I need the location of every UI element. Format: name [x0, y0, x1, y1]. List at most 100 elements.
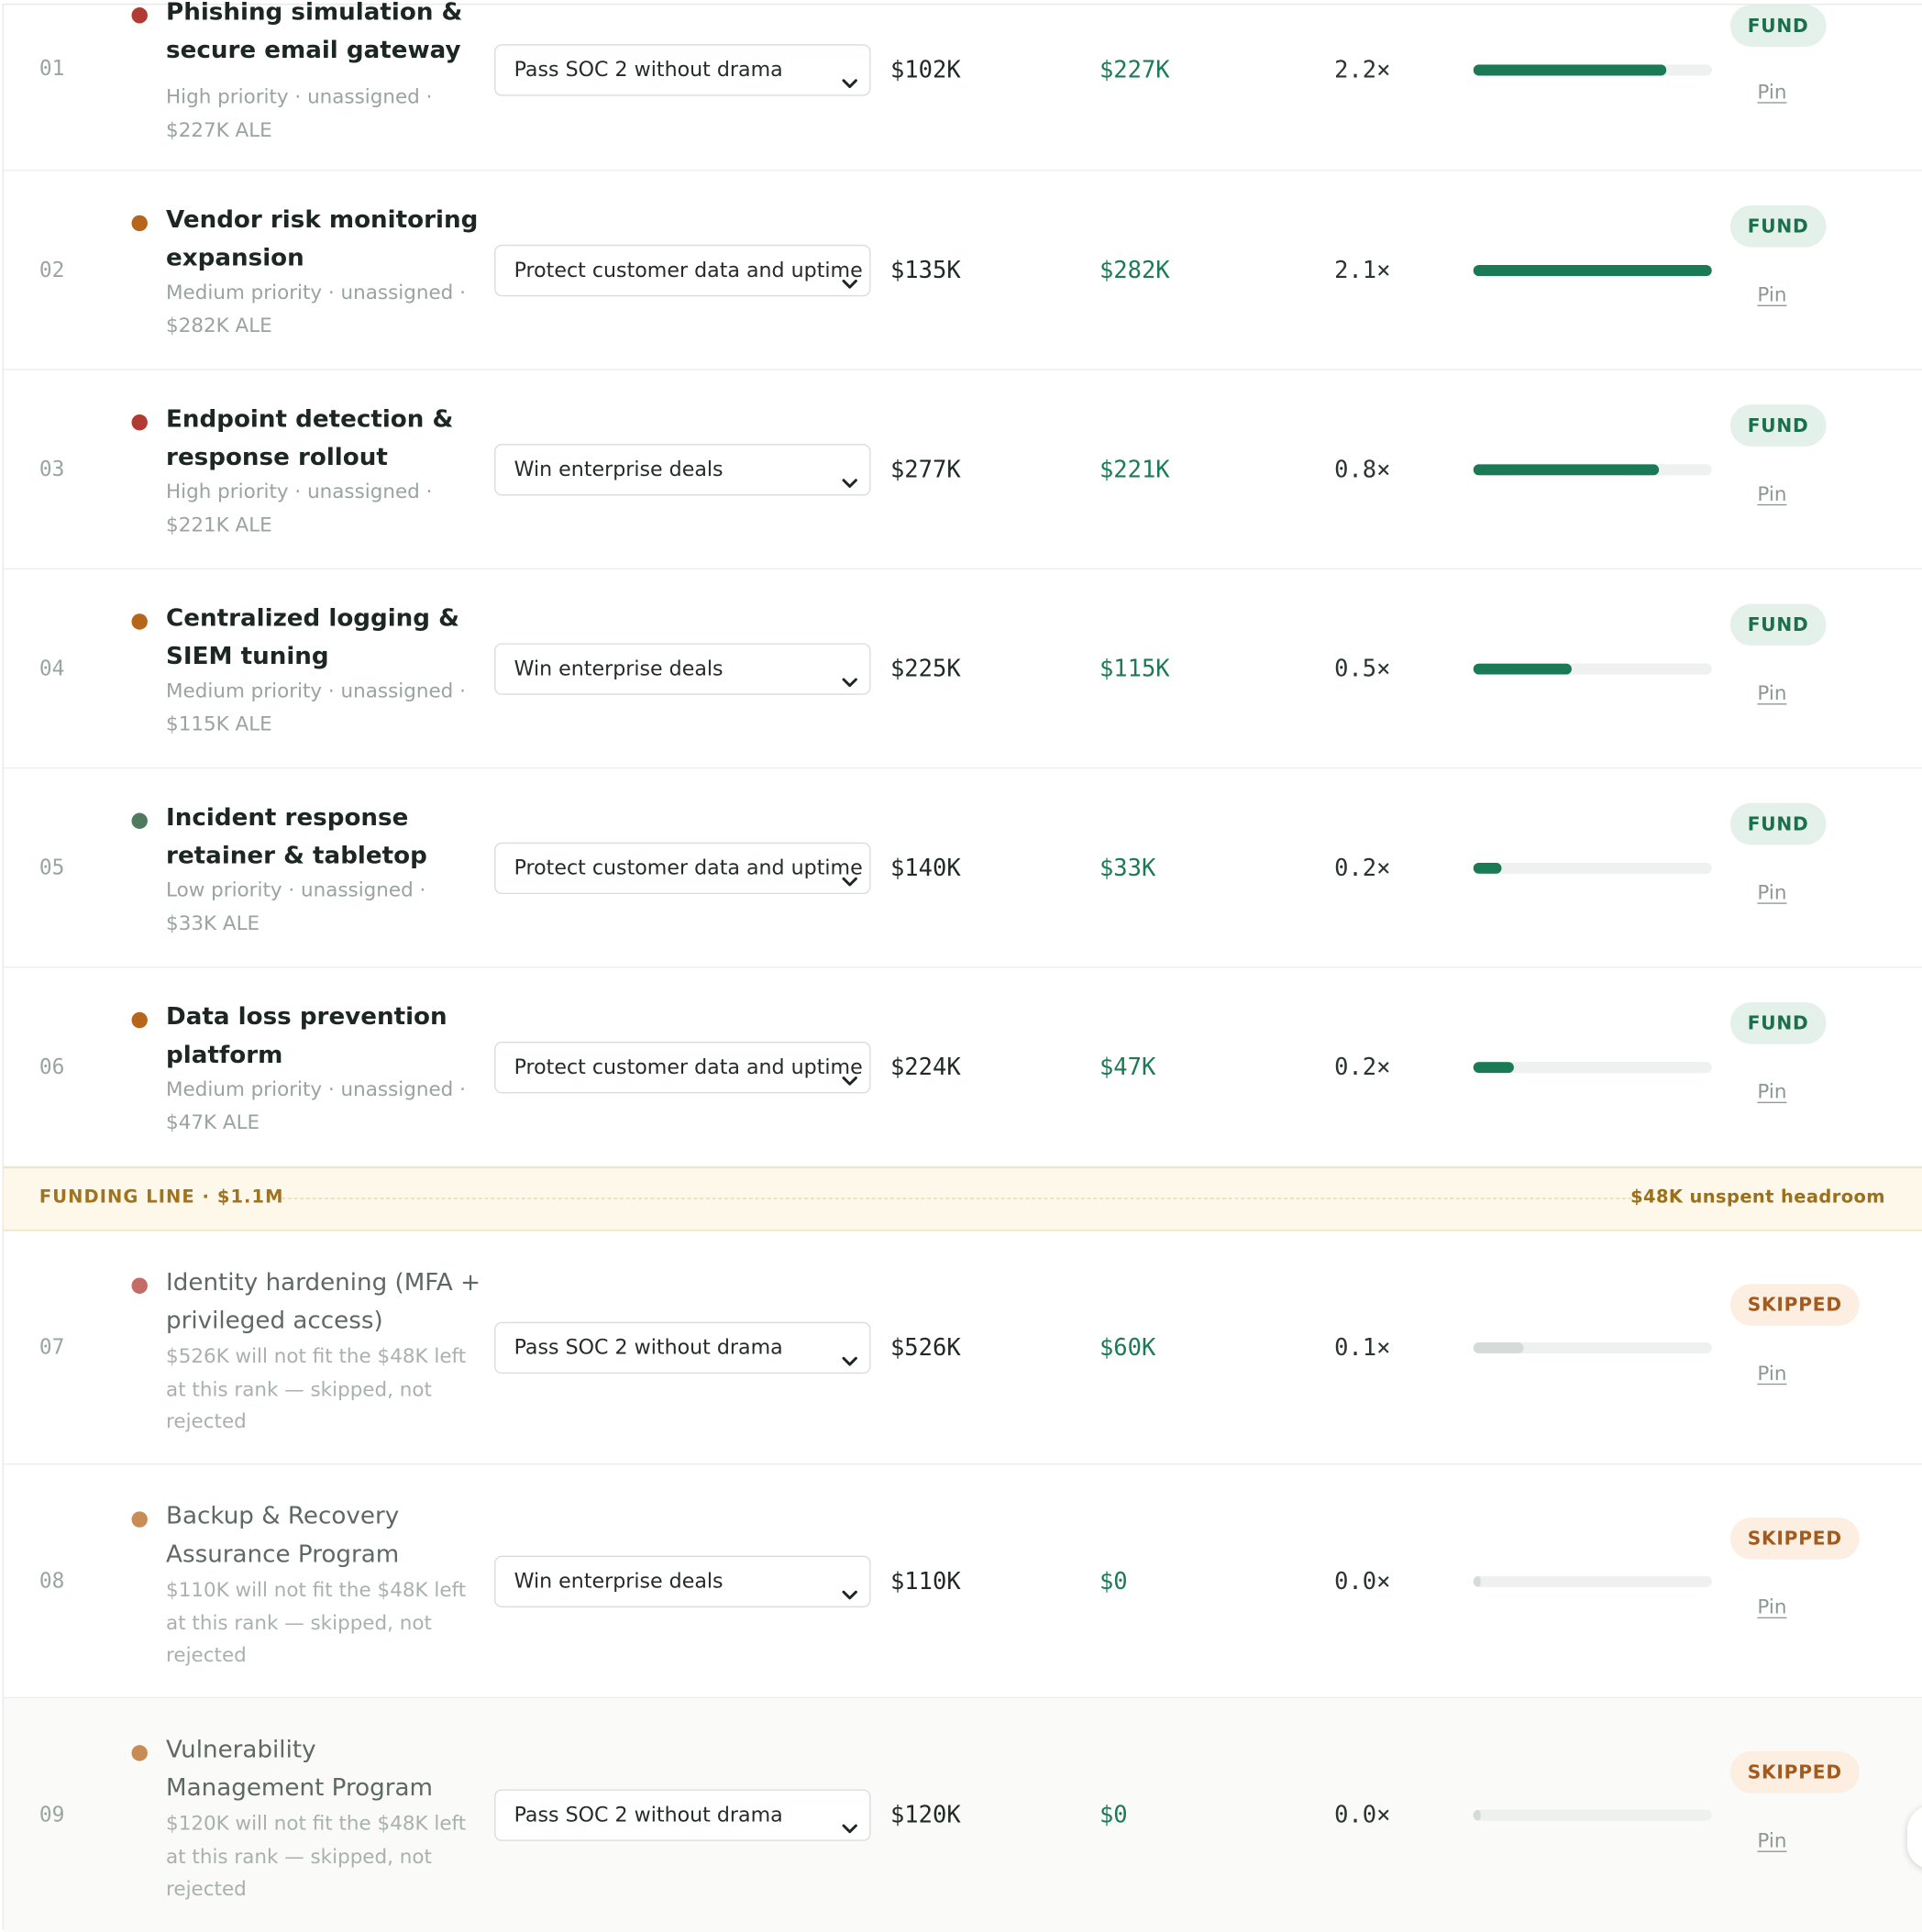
item-name: Data loss prevention platform: [166, 1002, 447, 1069]
cost-value: $102K: [889, 56, 961, 84]
pin-link[interactable]: Pin: [1757, 80, 1786, 103]
funding-line-label: FUNDING LINE · $1.1M: [39, 1187, 284, 1209]
roi-bar: [1473, 1341, 1712, 1353]
risk-reduction-value: $115K: [1099, 655, 1170, 682]
roi-bar: [1473, 264, 1712, 276]
objective-select[interactable]: Pass SOC 2 without drama: [494, 1321, 871, 1374]
priority-dot: [131, 1277, 148, 1294]
pin-link[interactable]: Pin: [1757, 1595, 1786, 1618]
cost-value: $140K: [889, 854, 961, 881]
priority-dot: [131, 7, 148, 24]
rank-number: 03: [39, 457, 65, 482]
pin-link[interactable]: Pin: [1757, 282, 1786, 305]
objective-select-value: Protect customer data and uptime: [514, 855, 863, 879]
roi-multiple: 0.0×: [1334, 1801, 1391, 1829]
objective-select-value: Pass SOC 2 without drama: [514, 1803, 783, 1827]
table-row: 07 Identity hardening (MFA + privileged a…: [4, 1231, 1922, 1465]
objective-select-value: Win enterprise deals: [514, 656, 724, 680]
cost-value: $120K: [889, 1801, 961, 1829]
roi-bar-fill: [1473, 463, 1660, 475]
objective-select[interactable]: Protect customer data and uptime: [494, 244, 871, 296]
chevron-down-icon: [841, 1339, 858, 1365]
priority-dot: [131, 1511, 148, 1528]
objective-select[interactable]: Win enterprise deals: [494, 443, 871, 495]
objective-select[interactable]: Protect customer data and uptime: [494, 1041, 871, 1093]
funding-line: FUNDING LINE · $1.1M $48K unspent headro…: [4, 1166, 1922, 1231]
pin-link[interactable]: Pin: [1757, 1362, 1786, 1385]
roi-bar-fill: [1473, 862, 1502, 874]
priority-dot: [131, 1011, 148, 1029]
pin-link[interactable]: Pin: [1757, 482, 1786, 505]
pin-link[interactable]: Pin: [1757, 681, 1786, 704]
roi-bar: [1473, 1809, 1712, 1821]
roi-bar-fill: [1473, 64, 1667, 76]
objective-select[interactable]: Pass SOC 2 without drama: [494, 44, 871, 96]
roi-multiple: 0.1×: [1334, 1333, 1391, 1362]
priority-dot: [131, 613, 148, 630]
risk-reduction-value: $227K: [1099, 56, 1170, 84]
item-meta: High priority · unassigned · $227K ALE: [166, 84, 433, 141]
priority-dot: [131, 1745, 148, 1761]
roi-bar-fill: [1473, 1809, 1481, 1821]
item-meta: Medium priority · unassigned · $115K ALE: [166, 679, 466, 735]
rank-number: 06: [39, 1054, 65, 1079]
objective-select-value: Win enterprise deals: [514, 1568, 724, 1593]
risk-reduction-value: $282K: [1099, 256, 1170, 284]
chevron-down-icon: [841, 660, 858, 687]
cost-value: $135K: [889, 256, 961, 284]
roi-bar-fill: [1473, 1575, 1481, 1587]
priority-dot: [131, 414, 148, 431]
rank-number: 01: [39, 56, 65, 82]
roi-bar-fill: [1473, 1341, 1524, 1353]
table-row: 02 Vendor risk monitoring expansion Medium…: [4, 171, 1922, 370]
risk-reduction-value: $0: [1099, 1801, 1128, 1829]
item-name: Backup & Recovery Assurance Program: [166, 1501, 400, 1569]
objective-select-value: Protect customer data and uptime: [514, 257, 863, 282]
risk-reduction-value: $47K: [1099, 1053, 1156, 1081]
chevron-down-icon: [841, 460, 858, 488]
roi-bar-fill: [1473, 1061, 1514, 1073]
skipped-badge: SKIPPED: [1729, 1518, 1860, 1560]
unspent-headroom-label: $48K unspent headroom: [1630, 1187, 1885, 1209]
cost-value: $526K: [889, 1333, 961, 1362]
table-row: 05 Incident response retainer & tabletop L…: [4, 768, 1922, 968]
item-meta: High priority · unassigned · $221K ALE: [166, 480, 433, 536]
priority-dot: [131, 215, 148, 232]
item-meta: $110K will not fit the $48K left at this…: [166, 1577, 467, 1667]
rank-number: 08: [39, 1568, 65, 1594]
risk-reduction-value: $0: [1099, 1567, 1128, 1595]
skipped-badge: SKIPPED: [1729, 1284, 1860, 1326]
cost-value: $277K: [889, 455, 961, 483]
pin-link[interactable]: Pin: [1757, 1828, 1786, 1851]
roi-bar: [1473, 64, 1712, 76]
item-meta: Medium priority · unassigned · $47K ALE: [166, 1076, 466, 1133]
item-name: Vulnerability Management Program: [166, 1735, 433, 1802]
risk-reduction-value: $33K: [1099, 854, 1156, 881]
roi-multiple: 0.5×: [1334, 655, 1391, 682]
table-row: 06 Data loss prevention platform Medium pr…: [4, 968, 1922, 1167]
pin-link[interactable]: Pin: [1757, 1080, 1786, 1103]
skipped-rows: 07 Identity hardening (MFA + privileged a…: [4, 1231, 1922, 1932]
chevron-down-icon: [841, 61, 858, 89]
chevron-down-icon: [841, 1058, 858, 1086]
item-name: Endpoint detection & response rollout: [166, 404, 454, 471]
chevron-down-icon: [841, 859, 858, 886]
objective-select[interactable]: Win enterprise deals: [494, 1554, 871, 1607]
fund-badge: FUND: [1729, 5, 1827, 47]
objective-select[interactable]: Pass SOC 2 without drama: [494, 1789, 871, 1841]
roi-multiple: 0.2×: [1334, 1053, 1391, 1081]
item-meta: $120K will not fit the $48K left at this…: [166, 1811, 467, 1901]
rank-number: 02: [39, 257, 65, 282]
pin-link[interactable]: Pin: [1757, 880, 1786, 903]
skipped-badge: SKIPPED: [1729, 1750, 1860, 1794]
item-meta: Medium priority · unassigned · $282K ALE: [166, 280, 466, 337]
funded-rows: 01 Phishing simulation & secure email gat…: [4, 0, 1922, 1167]
objective-select[interactable]: Protect customer data and uptime: [494, 842, 871, 894]
roi-multiple: 2.2×: [1334, 56, 1391, 84]
objective-select[interactable]: Win enterprise deals: [494, 642, 871, 695]
roi-bar: [1473, 862, 1712, 874]
table-row: 09 Vulnerability Management Program $120K …: [4, 1698, 1922, 1932]
item-name: Identity hardening (MFA + privileged acc…: [166, 1267, 481, 1335]
fund-badge: FUND: [1729, 404, 1827, 447]
ranked-portfolio-view: 01 Phishing simulation & secure email gat…: [0, 0, 1922, 1932]
